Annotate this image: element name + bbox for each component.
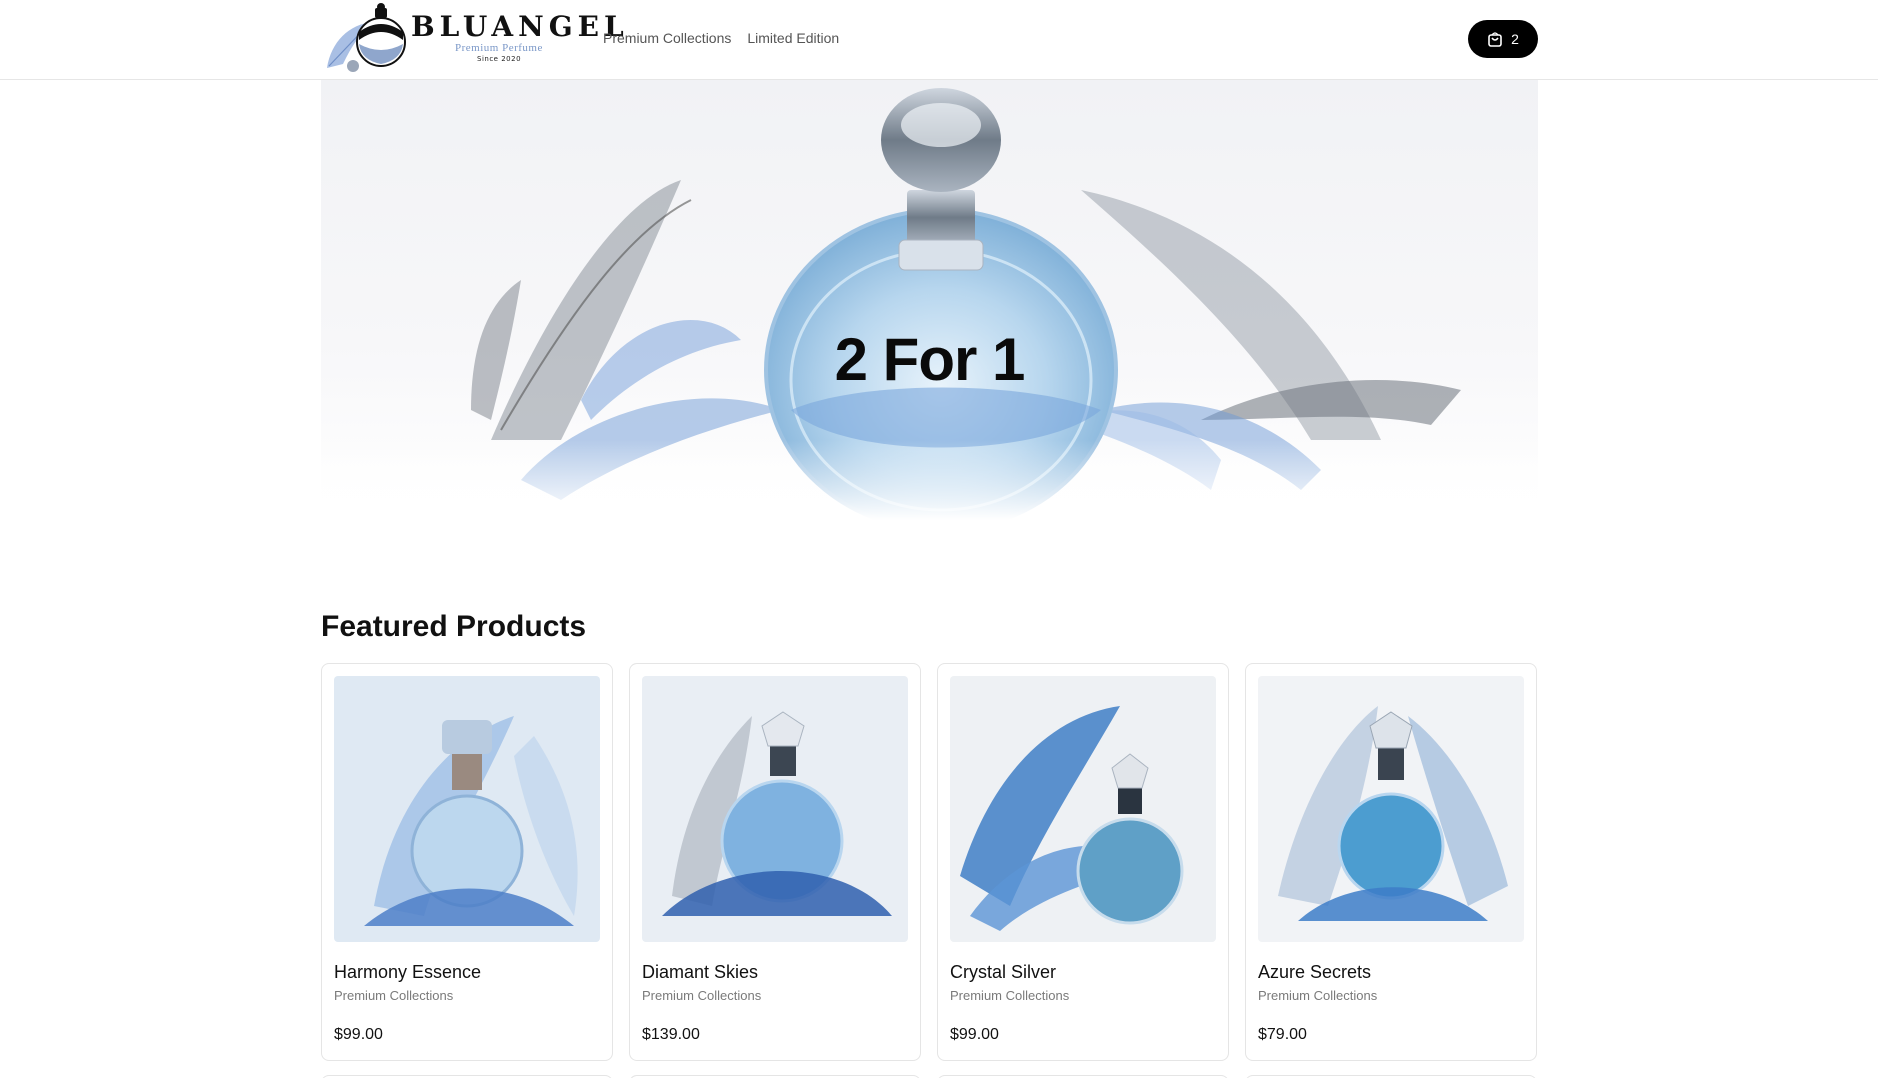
product-image[interactable]: [334, 676, 600, 942]
shopping-bag-icon: [1488, 32, 1502, 47]
cart-button[interactable]: 2: [1468, 20, 1538, 58]
hero-perfume-image: [321, 88, 1538, 520]
product-category: Premium Collections: [1258, 988, 1378, 1003]
product-card[interactable]: Crystal Silver Premium Collections $99.0…: [937, 663, 1229, 1061]
product-card[interactable]: Diamant Skies Premium Collections $139.0…: [629, 663, 921, 1061]
nav-limited-edition[interactable]: Limited Edition: [747, 30, 839, 46]
product-category: Premium Collections: [334, 988, 454, 1003]
product-price: $79.00: [1258, 1026, 1307, 1043]
product-category: Premium Collections: [642, 988, 762, 1003]
product-name[interactable]: Harmony Essence: [334, 962, 481, 983]
product-card[interactable]: Azure Secrets Premium Collections $79.00: [1245, 663, 1537, 1061]
main-nav: Premium Collections Limited Edition: [603, 30, 839, 46]
product-name[interactable]: Azure Secrets: [1258, 962, 1371, 983]
brand-tagline: Premium Perfume: [455, 42, 543, 54]
cart-count: 2: [1511, 31, 1519, 47]
hero-banner[interactable]: 2 For 1: [321, 80, 1538, 520]
brand-name: BLUANGEL: [411, 10, 629, 43]
product-price: $139.00: [642, 1026, 700, 1043]
product-name[interactable]: Crystal Silver: [950, 962, 1056, 983]
perfume-bottle-logo-icon: [327, 3, 406, 72]
featured-section-title: Featured Products: [321, 610, 587, 643]
product-image[interactable]: [1258, 676, 1524, 942]
product-card[interactable]: Harmony Essence Premium Collections $99.…: [321, 663, 613, 1061]
product-price: $99.00: [950, 1026, 999, 1043]
product-grid: Harmony Essence Premium Collections $99.…: [321, 663, 1538, 1061]
product-image[interactable]: [642, 676, 908, 942]
hero-title: 2 For 1: [834, 326, 1026, 393]
product-price: $99.00: [334, 1026, 383, 1043]
product-category: Premium Collections: [950, 988, 1070, 1003]
brand-since: Since 2020: [477, 55, 522, 63]
product-image[interactable]: [950, 676, 1216, 942]
product-name[interactable]: Diamant Skies: [642, 962, 758, 983]
brand-logo[interactable]: BLUANGEL Premium Perfume Since 2020: [321, 2, 624, 76]
site-header: BLUANGEL Premium Perfume Since 2020 Prem…: [0, 0, 1878, 80]
nav-premium-collections[interactable]: Premium Collections: [603, 30, 731, 46]
